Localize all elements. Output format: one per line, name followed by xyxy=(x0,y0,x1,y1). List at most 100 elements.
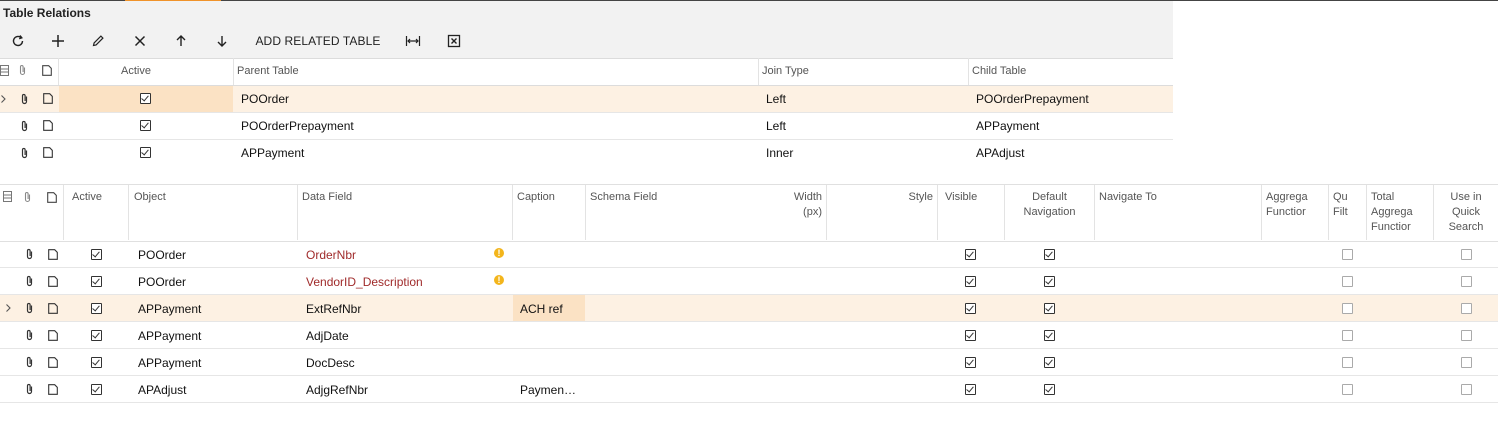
caption-cell[interactable]: ACH ref xyxy=(520,302,563,316)
paperclip-icon[interactable] xyxy=(25,302,34,317)
fields-header-style[interactable]: Style xyxy=(880,190,933,205)
object-cell[interactable]: APPayment xyxy=(138,302,201,316)
object-cell[interactable]: POOrder xyxy=(138,275,186,289)
add-button[interactable] xyxy=(48,31,68,51)
active-checkbox[interactable] xyxy=(91,357,102,368)
export-excel-button[interactable] xyxy=(444,31,464,51)
data-field-cell[interactable]: DocDesc xyxy=(306,356,355,370)
active-checkbox[interactable] xyxy=(91,330,102,341)
paperclip-icon[interactable] xyxy=(20,120,29,135)
quick-filter-checkbox[interactable] xyxy=(1342,303,1353,314)
note-icon[interactable] xyxy=(43,93,53,107)
relations-header-parent-table[interactable]: Parent Table xyxy=(237,65,299,77)
default-navigation-checkbox[interactable] xyxy=(1044,276,1055,287)
paperclip-icon[interactable] xyxy=(20,147,29,162)
child-table-cell[interactable]: APAdjust xyxy=(976,146,1024,160)
quick-filter-checkbox[interactable] xyxy=(1342,330,1353,341)
note-icon[interactable] xyxy=(48,357,58,371)
quick-filter-checkbox[interactable] xyxy=(1342,357,1353,368)
object-cell[interactable]: APAdjust xyxy=(138,383,186,397)
join-type-cell[interactable]: Left xyxy=(766,119,786,133)
paperclip-icon[interactable] xyxy=(25,248,34,263)
edit-button[interactable] xyxy=(88,31,108,51)
quick-search-checkbox[interactable] xyxy=(1461,384,1472,395)
parent-table-cell[interactable]: POOrderPrepayment xyxy=(241,119,354,133)
quick-search-checkbox[interactable] xyxy=(1461,276,1472,287)
child-table-cell[interactable]: POOrderPrepayment xyxy=(976,92,1089,106)
object-cell[interactable]: APPayment xyxy=(138,329,201,343)
move-down-button[interactable] xyxy=(212,31,232,51)
note-icon[interactable] xyxy=(43,120,53,134)
data-field-cell[interactable]: VendorID_Description xyxy=(306,275,423,289)
visible-checkbox[interactable] xyxy=(965,330,976,341)
fields-header-visible[interactable]: Visible xyxy=(945,190,977,205)
quick-search-checkbox[interactable] xyxy=(1461,357,1472,368)
column-config-icon[interactable] xyxy=(3,191,12,205)
move-up-button[interactable] xyxy=(171,31,191,51)
quick-filter-checkbox[interactable] xyxy=(1342,249,1353,260)
relations-header-active[interactable]: Active xyxy=(121,65,151,77)
join-type-cell[interactable]: Inner xyxy=(766,146,793,160)
active-checkbox[interactable] xyxy=(140,147,151,158)
paperclip-icon[interactable] xyxy=(25,275,34,290)
fit-width-button[interactable] xyxy=(403,31,423,51)
default-navigation-checkbox[interactable] xyxy=(1044,249,1055,260)
column-config-icon[interactable] xyxy=(0,65,9,79)
paperclip-icon[interactable] xyxy=(25,329,34,344)
note-icon[interactable] xyxy=(48,303,58,317)
note-icon[interactable] xyxy=(48,276,58,290)
active-checkbox[interactable] xyxy=(91,276,102,287)
child-table-cell[interactable]: APPayment xyxy=(976,119,1039,133)
active-checkbox[interactable] xyxy=(91,303,102,314)
visible-checkbox[interactable] xyxy=(965,357,976,368)
data-field-cell[interactable]: AdjgRefNbr xyxy=(306,383,368,397)
visible-checkbox[interactable] xyxy=(965,303,976,314)
relations-header-child-table[interactable]: Child Table xyxy=(972,65,1026,77)
data-field-cell[interactable]: ExtRefNbr xyxy=(306,302,361,316)
quick-search-checkbox[interactable] xyxy=(1461,249,1472,260)
warning-icon[interactable]: ! xyxy=(494,275,504,285)
fields-header-width[interactable]: Width (px) xyxy=(770,190,822,220)
paperclip-icon[interactable] xyxy=(25,356,34,371)
note-icon[interactable] xyxy=(48,249,58,263)
paperclip-icon[interactable] xyxy=(25,383,34,398)
fields-header-quick-search[interactable]: Use in Quick Search xyxy=(1436,190,1496,235)
note-icon[interactable] xyxy=(43,147,53,161)
caption-cell[interactable]: Paymen… xyxy=(520,383,576,397)
delete-button[interactable] xyxy=(130,31,150,51)
object-cell[interactable]: POOrder xyxy=(138,248,186,262)
fields-header-total-aggregate[interactable]: Total Aggrega Functior xyxy=(1371,190,1413,235)
fields-header-active[interactable]: Active xyxy=(72,190,102,205)
quick-search-checkbox[interactable] xyxy=(1461,303,1472,314)
parent-table-cell[interactable]: POOrder xyxy=(241,92,289,106)
quick-filter-checkbox[interactable] xyxy=(1342,276,1353,287)
active-checkbox[interactable] xyxy=(91,384,102,395)
visible-checkbox[interactable] xyxy=(965,249,976,260)
visible-checkbox[interactable] xyxy=(965,276,976,287)
active-checkbox[interactable] xyxy=(91,249,102,260)
relations-header-join-type[interactable]: Join Type xyxy=(762,65,809,77)
warning-icon[interactable]: ! xyxy=(494,248,504,258)
default-navigation-checkbox[interactable] xyxy=(1044,303,1055,314)
visible-checkbox[interactable] xyxy=(965,384,976,395)
default-navigation-checkbox[interactable] xyxy=(1044,357,1055,368)
refresh-button[interactable] xyxy=(8,31,28,51)
fields-header-aggregate-function[interactable]: Aggrega Functior xyxy=(1266,190,1308,220)
quick-filter-checkbox[interactable] xyxy=(1342,384,1353,395)
fields-header-data-field[interactable]: Data Field xyxy=(302,190,352,205)
add-related-table-button[interactable]: ADD RELATED TABLE xyxy=(250,31,386,51)
data-field-cell[interactable]: OrderNbr xyxy=(306,248,356,262)
fields-header-schema-field[interactable]: Schema Field xyxy=(590,190,657,205)
note-icon[interactable] xyxy=(48,384,58,398)
note-icon[interactable] xyxy=(48,330,58,344)
default-navigation-checkbox[interactable] xyxy=(1044,384,1055,395)
default-navigation-checkbox[interactable] xyxy=(1044,330,1055,341)
active-checkbox[interactable] xyxy=(140,120,151,131)
fields-header-caption[interactable]: Caption xyxy=(517,190,555,205)
quick-search-checkbox[interactable] xyxy=(1461,330,1472,341)
paperclip-icon[interactable] xyxy=(20,93,29,108)
fields-header-quick-filter[interactable]: Qu Filt xyxy=(1333,190,1348,220)
fields-header-object[interactable]: Object xyxy=(134,190,166,205)
active-checkbox[interactable] xyxy=(140,93,151,104)
fields-header-default-navigation[interactable]: Default Navigation xyxy=(1005,190,1094,220)
